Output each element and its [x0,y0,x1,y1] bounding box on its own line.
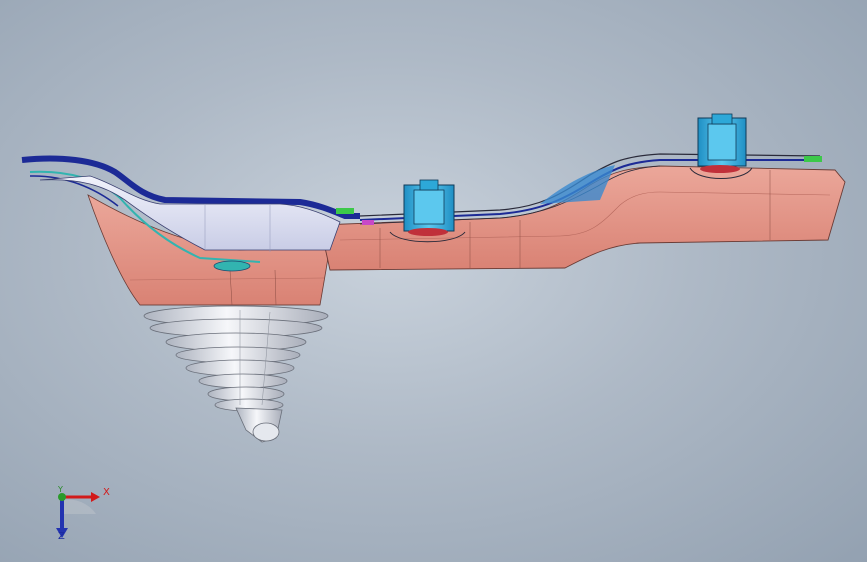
clip-green-left [336,208,354,214]
graphics-viewport[interactable]: X Y Z [0,0,867,562]
reference-triad: X Y Z [40,478,110,548]
y-axis-label: Y [58,485,63,494]
bellows-boot [143,305,329,443]
cad-model[interactable] [0,0,867,562]
clip-green-right [804,156,822,162]
x-axis-label: X [103,487,110,498]
y-axis-dot-icon [58,493,66,501]
z-axis-label: Z [58,531,65,542]
clip-magenta [362,220,374,225]
